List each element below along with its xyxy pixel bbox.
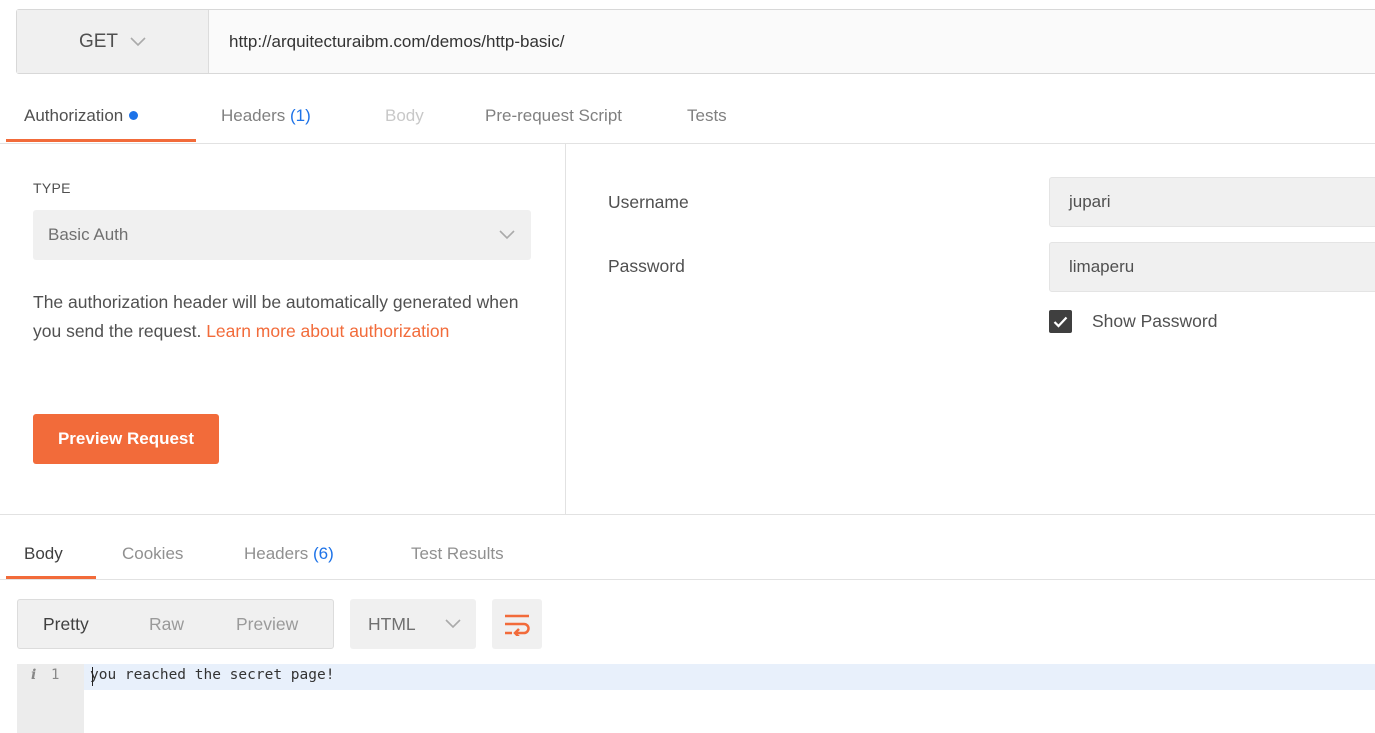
tab-headers-count: (1) (290, 106, 311, 125)
raw-mode-button[interactable]: Raw (149, 600, 184, 648)
show-password-checkbox[interactable] (1049, 310, 1072, 333)
password-label: Password (608, 256, 685, 276)
view-mode-toggle: Pretty Raw Preview (17, 599, 334, 649)
request-tabs: Authorization Headers (1) Body Pre-reque… (0, 89, 1375, 143)
username-label: Username (608, 192, 689, 212)
divider (0, 579, 1375, 580)
response-body-text[interactable]: you reached the secret page! (90, 667, 334, 683)
method-label: GET (78, 30, 119, 52)
text-cursor (92, 667, 93, 686)
request-url-bar: GET http://arquitecturaibm.com/demos/htt… (16, 9, 1375, 74)
tab-test-results[interactable]: Test Results (411, 530, 504, 578)
chevron-down-icon (445, 619, 461, 629)
method-dropdown[interactable]: GET (17, 10, 209, 73)
show-password-label[interactable]: Show Password (1092, 310, 1217, 333)
preview-mode-button[interactable]: Preview (236, 600, 298, 648)
tab-authorization[interactable]: Authorization (24, 89, 139, 143)
chevron-down-icon (499, 230, 515, 240)
tab-cookies[interactable]: Cookies (122, 530, 183, 578)
tab-headers-label: Headers (221, 106, 286, 125)
username-input[interactable]: jupari (1049, 177, 1375, 227)
auth-type-dropdown[interactable]: Basic Auth (33, 210, 531, 260)
format-dropdown[interactable]: HTML (350, 599, 476, 649)
auth-type-value: Basic Auth (48, 225, 129, 244)
auth-description: The authorization header will be automat… (33, 288, 533, 346)
panel-divider (565, 144, 566, 514)
tab-response-headers-label: Headers (244, 544, 309, 563)
url-input[interactable]: http://arquitecturaibm.com/demos/http-ba… (229, 10, 564, 73)
wrap-lines-button[interactable] (492, 599, 542, 649)
active-tab-underline (6, 139, 196, 142)
tab-response-headers-count: (6) (313, 544, 334, 563)
format-value: HTML (368, 614, 416, 634)
response-tabs: Body Cookies Headers (6) Test Results (0, 530, 1375, 580)
tab-tests[interactable]: Tests (687, 89, 727, 143)
tab-response-body[interactable]: Body (24, 530, 63, 578)
modified-dot-icon (129, 111, 139, 120)
auth-type-label: TYPE (33, 180, 71, 196)
password-input[interactable]: limaperu (1049, 242, 1375, 292)
info-icon: i (31, 667, 37, 683)
tab-authorization-label: Authorization (24, 106, 124, 125)
preview-request-button[interactable]: Preview Request (33, 414, 219, 464)
tab-headers[interactable]: Headers (1) (221, 89, 311, 143)
wrap-lines-icon (505, 614, 530, 636)
tab-pre-request-script[interactable]: Pre-request Script (485, 89, 622, 143)
pretty-mode-button[interactable]: Pretty (43, 600, 89, 648)
tab-body[interactable]: Body (385, 89, 424, 143)
divider (0, 143, 1375, 144)
divider (0, 514, 1375, 515)
learn-more-link[interactable]: Learn more about authorization (206, 321, 449, 341)
checkmark-icon (1053, 316, 1068, 328)
chevron-down-icon (130, 36, 146, 46)
tab-response-headers[interactable]: Headers (6) (244, 530, 334, 578)
line-number: 1 (51, 667, 60, 683)
